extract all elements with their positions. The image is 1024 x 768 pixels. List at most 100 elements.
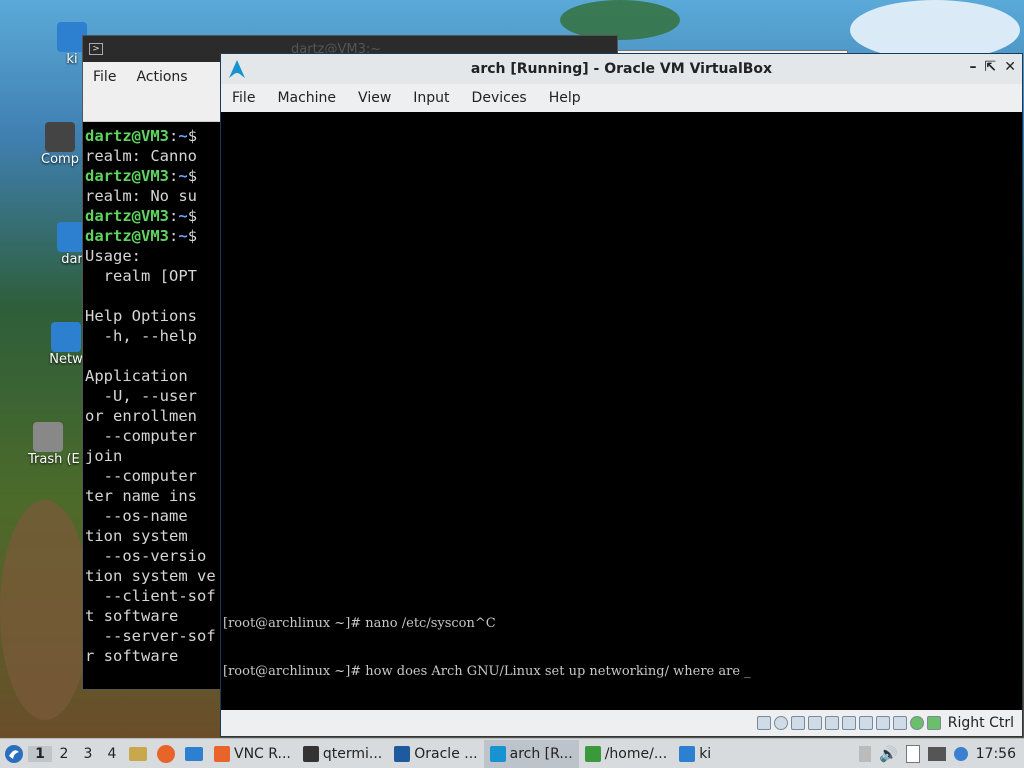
window-controls: – ⇱ ✕ (970, 59, 1016, 75)
vm-display[interactable]: [root@archlinux ~]# nano /etc/syscon^C [… (221, 112, 1022, 712)
prompt-symbol: $ (187, 127, 198, 145)
taskbar-task[interactable]: /home/... (579, 740, 673, 768)
clock[interactable]: 17:56 (976, 746, 1016, 762)
mouse-integration-icon[interactable] (909, 716, 924, 730)
vm-console-output: [root@archlinux ~]# nano /etc/syscon^C [… (223, 584, 751, 712)
firefox-icon (214, 745, 230, 762)
taskbar-task-label: /home/... (604, 745, 668, 762)
prompt-user: dartz@VM3 (85, 207, 169, 225)
prompt-user: dartz@VM3 (85, 167, 169, 185)
terminal-menu-file[interactable]: File (83, 69, 126, 85)
menu-machine[interactable]: Machine (266, 90, 347, 106)
menu-devices[interactable]: Devices (461, 90, 538, 106)
system-tray: 🔊 17:56 (858, 744, 1024, 763)
prompt-user: dartz@VM3 (85, 127, 169, 145)
virtualbox-titlebar[interactable]: arch [Running] - Oracle VM VirtualBox – … (221, 54, 1022, 84)
prompt-separator: : (169, 227, 179, 245)
file-manager-icon (129, 746, 147, 761)
audio-icon[interactable] (790, 716, 805, 730)
task-list: VNC R... qtermi... Oracle ... arch [R... /ho… (208, 739, 717, 768)
desktop-icon-label: Comp (41, 152, 79, 167)
virtualbox-menubar: File Machine View Input Devices Help (221, 84, 1022, 112)
arch-icon (229, 60, 245, 78)
menu-help[interactable]: Help (538, 90, 592, 106)
usb-icon[interactable] (824, 716, 839, 730)
prompt-symbol: $ (187, 207, 198, 225)
arch-icon (489, 745, 506, 762)
video-capture-icon[interactable] (875, 716, 890, 730)
menu-input[interactable]: Input (402, 90, 460, 106)
virtualbox-window[interactable]: arch [Running] - Oracle VM VirtualBox – … (220, 53, 1023, 737)
taskbar-task-label: qtermi... (322, 745, 383, 762)
clipboard-icon[interactable] (905, 744, 920, 763)
start-menu-button[interactable] (0, 740, 28, 768)
window-title: arch [Running] - Oracle VM VirtualBox (470, 61, 773, 77)
desktop-icon-network[interactable]: Netw (46, 322, 86, 367)
terminal-icon (302, 745, 319, 762)
workspace-1[interactable]: 1 (28, 745, 52, 762)
prompt-separator: : (169, 207, 179, 225)
folder-icon (679, 745, 696, 762)
taskbar-task-label: Oracle ... (414, 745, 478, 762)
taskbar-task[interactable]: Oracle ... (388, 740, 483, 768)
wallpaper-leaf (560, 0, 680, 40)
prompt-symbol: $ (187, 167, 198, 185)
network-tray-icon[interactable] (927, 746, 946, 761)
shared-folders-icon[interactable] (841, 716, 856, 730)
taskbar-task-label: VNC R... (234, 745, 291, 762)
prompt-symbol: $ (187, 227, 198, 245)
firefox-icon (157, 744, 175, 763)
trash-icon (33, 422, 63, 452)
computer-icon (45, 122, 75, 152)
taskbar-task-label: arch [R... (509, 745, 573, 762)
prompt-separator: : (169, 127, 179, 145)
quicklaunch-files[interactable] (124, 746, 152, 761)
workspace-4[interactable]: 4 (100, 746, 124, 762)
optical-drive-icon[interactable] (773, 716, 788, 730)
desktop-icon-label: Netw (49, 352, 83, 367)
volume-icon[interactable]: 🔊 (879, 745, 898, 763)
close-icon[interactable]: ✕ (1004, 59, 1016, 75)
folder-icon (584, 745, 601, 762)
hard-disk-icon[interactable] (756, 716, 771, 730)
prompt-separator: : (169, 167, 179, 185)
network-icon[interactable] (807, 716, 822, 730)
quicklaunch-desktop[interactable] (180, 746, 208, 761)
prompt-path: ~ (178, 207, 188, 225)
console-line: [root@archlinux ~]# nano /etc/syscon^C (223, 616, 496, 631)
minimize-icon[interactable]: – (970, 59, 977, 75)
show-desktop-icon (185, 746, 203, 761)
desktop-icon-computer[interactable]: Comp (40, 122, 80, 167)
update-icon[interactable] (953, 746, 968, 761)
lxqt-logo-icon (5, 744, 23, 763)
taskbar-task[interactable]: arch [R... (483, 739, 579, 768)
console-line: [root@archlinux ~]# how does Arch GNU/Li… (223, 664, 751, 679)
desktop-icons: ki Comp dar Netw Trash (E (0, 0, 90, 720)
prompt-path: ~ (178, 127, 188, 145)
workspace-3[interactable]: 3 (76, 746, 100, 762)
taskbar-task[interactable]: ki (673, 740, 717, 768)
taskbar-task[interactable]: qtermi... (297, 740, 388, 768)
quicklaunch-firefox[interactable] (152, 744, 180, 763)
menu-view[interactable]: View (347, 90, 402, 106)
prompt-path: ~ (178, 227, 188, 245)
taskbar-task[interactable]: VNC R... (208, 740, 297, 768)
maximize-icon[interactable]: ⇱ (985, 59, 997, 75)
desktop-icon-label: Trash (E (28, 452, 80, 467)
host-key-label: Right Ctrl (947, 715, 1014, 731)
menu-file[interactable]: File (221, 90, 266, 106)
workspace-2[interactable]: 2 (52, 746, 76, 762)
keyboard-capture-icon[interactable] (926, 716, 941, 730)
virtualization-icon[interactable] (892, 716, 907, 730)
terminal-menu-actions[interactable]: Actions (126, 69, 197, 85)
virtualbox-icon (394, 745, 411, 762)
desktop-icon-trash[interactable]: Trash (E (28, 422, 80, 467)
taskbar: 1 2 3 4 VNC R... qtermi... Oracle ... arch … (0, 738, 1024, 768)
terminal-app-icon: > (89, 43, 103, 55)
scroll-up-icon[interactable] (858, 745, 871, 762)
prompt-path: ~ (178, 167, 188, 185)
display-icon[interactable] (858, 716, 873, 730)
wallpaper-cloud (850, 0, 1020, 60)
network-folder-icon (51, 322, 81, 352)
virtualbox-statusbar: Right Ctrl (221, 710, 1022, 736)
